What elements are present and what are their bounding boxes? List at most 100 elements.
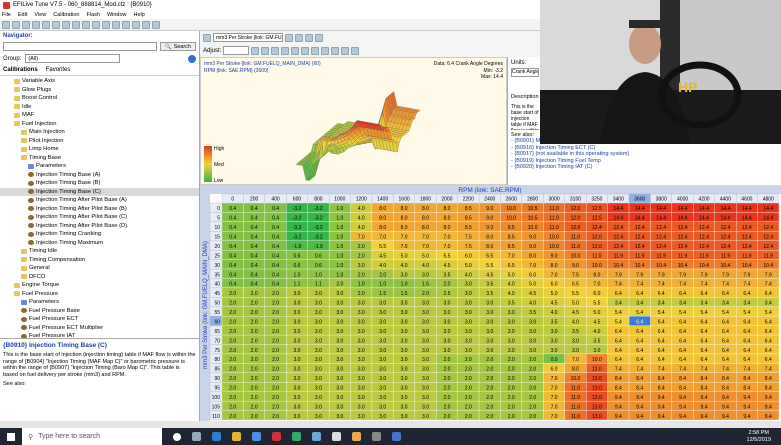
add-icon[interactable]: [261, 46, 270, 55]
tree-item[interactable]: Injection Timing Maximum: [0, 239, 199, 248]
smooth-icon[interactable]: [311, 46, 320, 55]
multiply-icon[interactable]: [281, 46, 290, 55]
bookmark-icon[interactable]: [142, 20, 150, 29]
chart-view-icon[interactable]: [203, 33, 211, 42]
efilive-icon[interactable]: [272, 432, 281, 441]
cortana-icon[interactable]: [173, 432, 181, 441]
cut-icon[interactable]: [42, 20, 50, 29]
tree-item[interactable]: Pilot Injection: [0, 137, 199, 146]
rotate-icon[interactable]: [285, 33, 293, 42]
tree-item[interactable]: Parameters: [0, 162, 199, 171]
tree-item[interactable]: Injection Timing Base (A): [0, 171, 199, 180]
read-icon[interactable]: [112, 20, 120, 29]
windows-start-icon[interactable]: [7, 433, 15, 441]
tree-item[interactable]: Timing Base: [0, 154, 199, 163]
row-header-cell[interactable]: [209, 202, 223, 213]
edge-icon[interactable]: [212, 432, 221, 441]
calibration-table[interactable]: RPM (link: SAE.RPM) mm3 Per Stroke (link:…: [200, 185, 781, 421]
tree-item[interactable]: DFCO: [0, 273, 199, 282]
tree-item[interactable]: Idle: [0, 103, 199, 112]
menu-edit[interactable]: Edit: [18, 12, 27, 18]
tree-item[interactable]: General: [0, 264, 199, 273]
tree-item[interactable]: Boost Control: [0, 94, 199, 103]
axis-selector[interactable]: mm3 Per Stroke {link: GM.FUELQ_MAIN_DMA}: [213, 33, 283, 42]
tree-item[interactable]: Timing Compensation: [0, 256, 199, 265]
menu-calibration[interactable]: Calibration: [53, 12, 79, 18]
tree-item[interactable]: Injection Timing After Pilot Base (A): [0, 196, 199, 205]
search-input[interactable]: [3, 42, 157, 51]
paste-icon[interactable]: [62, 20, 70, 29]
tree-item[interactable]: Engine Torque: [0, 281, 199, 290]
fill-icon[interactable]: [321, 46, 330, 55]
search-button[interactable]: 🔍 Search: [159, 42, 196, 51]
menu-help[interactable]: Help: [134, 12, 145, 18]
interpolate-icon[interactable]: [301, 46, 310, 55]
tree-item[interactable]: Fuel Pressure ECT Multiplier: [0, 324, 199, 333]
settings-icon[interactable]: [372, 432, 381, 441]
tree-item[interactable]: Fuel Injection: [0, 120, 199, 129]
revert-icon[interactable]: [351, 46, 360, 55]
print-icon[interactable]: [32, 20, 40, 29]
tree-item[interactable]: MAF: [0, 111, 199, 120]
tab-favorites[interactable]: Favorites: [46, 67, 71, 73]
help-icon[interactable]: [152, 20, 160, 29]
subtract-icon[interactable]: [271, 46, 280, 55]
tree-item[interactable]: Injection Timing Cranking: [0, 230, 199, 239]
group-select[interactable]: (All): [25, 54, 121, 63]
save-as-icon[interactable]: [22, 20, 30, 29]
tree-item[interactable]: Glow Plugs: [0, 86, 199, 95]
chrome-icon[interactable]: [292, 432, 301, 441]
tree-item[interactable]: Fuel Pressure: [0, 290, 199, 299]
menu-window[interactable]: Window: [107, 12, 127, 18]
zoom-icon[interactable]: [295, 33, 303, 42]
open-icon[interactable]: [2, 20, 10, 29]
percent-icon[interactable]: [291, 46, 300, 55]
flash-icon[interactable]: [102, 20, 110, 29]
menu-file[interactable]: File: [2, 12, 11, 18]
tree-item[interactable]: Timing Idle: [0, 247, 199, 256]
taskbar-search[interactable]: ⚲ Type here to search: [22, 428, 162, 445]
paste-cell-icon[interactable]: [341, 46, 350, 55]
calculator-icon[interactable]: [332, 432, 341, 441]
word-icon[interactable]: [392, 432, 401, 441]
copy-icon[interactable]: [52, 20, 60, 29]
compare-icon[interactable]: [92, 20, 100, 29]
equals-icon[interactable]: [251, 46, 260, 55]
redo-icon[interactable]: [82, 20, 90, 29]
adjust-input[interactable]: [223, 46, 250, 55]
tree-item[interactable]: Injection Timing After Pilot Base (D): [0, 222, 199, 231]
chart-icon[interactable]: [132, 20, 140, 29]
tab-calibrations[interactable]: Calibrations: [3, 67, 38, 73]
description-title: {B0910} Injection Timing Base (C): [3, 342, 107, 349]
menu-flash[interactable]: Flash: [86, 12, 99, 18]
app-icon[interactable]: [352, 432, 361, 441]
row-header-cell[interactable]: [209, 212, 223, 223]
table-cell-value: 3.0: [358, 319, 365, 325]
surface-3d-plot[interactable]: [201, 58, 506, 184]
tree-item[interactable]: Injection Timing Base (B): [0, 179, 199, 188]
units-select[interactable]: Crank Angle Degrees: [511, 68, 539, 77]
clock[interactable]: 2:58 PM 12/5/2019: [747, 430, 771, 443]
undo-icon[interactable]: [72, 20, 80, 29]
lock-icon[interactable]: [315, 33, 323, 42]
tool-icon[interactable]: [312, 432, 321, 441]
copy-cell-icon[interactable]: [331, 46, 340, 55]
store-icon[interactable]: [252, 432, 261, 441]
tree-item[interactable]: Variable Axis: [0, 77, 199, 86]
tree-item[interactable]: Main Injection: [0, 128, 199, 137]
task-view-icon[interactable]: [192, 432, 201, 441]
save-icon[interactable]: [12, 20, 20, 29]
tree-item[interactable]: Parameters: [0, 298, 199, 307]
tree-item[interactable]: Limp Home: [0, 145, 199, 154]
info-link[interactable]: - {B0920} Injection Timing IAT (C): [511, 164, 778, 171]
tree-item[interactable]: Injection Timing After Pilot Base (B): [0, 205, 199, 214]
tree-item[interactable]: Fuel Pressure Base: [0, 307, 199, 316]
grid-icon[interactable]: [122, 20, 130, 29]
tree-item[interactable]: Fuel Pressure ECT: [0, 315, 199, 324]
add-group-icon[interactable]: [188, 54, 196, 63]
menu-view[interactable]: View: [34, 12, 46, 18]
tree-item[interactable]: Injection Timing After Pilot Base (C): [0, 213, 199, 222]
view-3d-icon[interactable]: [305, 33, 313, 42]
file-explorer-icon[interactable]: [232, 432, 241, 441]
tree-item[interactable]: Injection Timing Base (C): [0, 187, 199, 196]
